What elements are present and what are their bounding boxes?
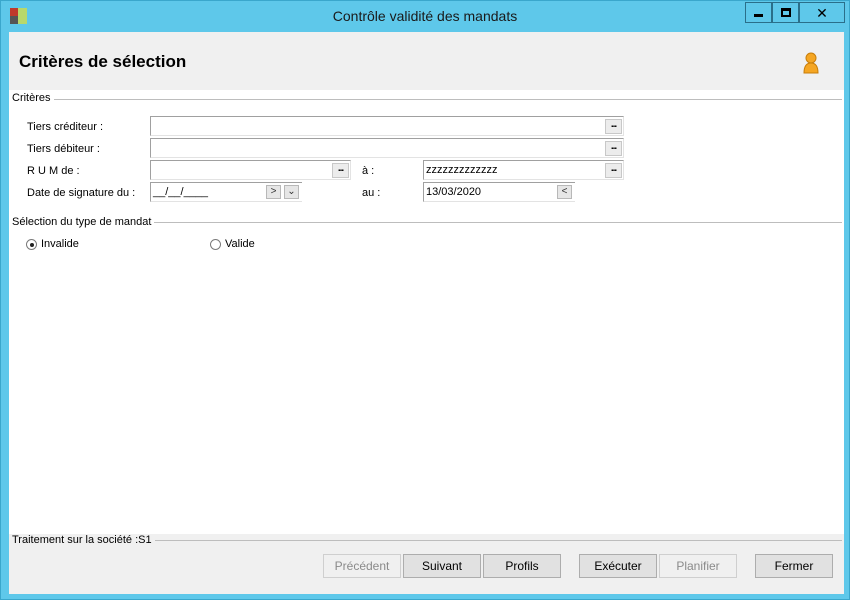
rum-to-label: à : [362, 165, 375, 177]
application-window: Contrôle validité des mandats ✕ Critères… [0, 0, 850, 600]
rum-from-label: R U M de : [27, 165, 80, 177]
date-dropdown-icon[interactable]: ⌄ [284, 185, 299, 199]
date-to-label: au : [362, 187, 381, 199]
radio-valide[interactable]: Valide [210, 238, 255, 250]
date-from-label: Date de signature du : [27, 187, 136, 199]
maximize-icon [780, 8, 791, 17]
execute-button[interactable]: Exécuter [579, 554, 657, 578]
date-prev-arrow-icon[interactable]: < [557, 185, 572, 199]
window-title: Contrôle validité des mandats [332, 8, 518, 24]
profiles-button[interactable]: Profils [483, 554, 561, 578]
radio-invalide-circle[interactable] [26, 238, 37, 250]
criteria-group-title: Critères [12, 92, 54, 104]
date-to-field[interactable]: 13/03/2020 [423, 182, 575, 202]
title-bar[interactable]: Contrôle validité des mandats ✕ [1, 1, 849, 31]
company-processing-label: Traitement sur la société :S1 [12, 534, 155, 546]
radio-invalide[interactable]: Invalide [26, 238, 79, 250]
schedule-button[interactable]: Planifier [659, 554, 737, 578]
criteria-panel: Critères Tiers créditeur : ... Tiers déb… [9, 90, 844, 534]
rum-from-field[interactable] [150, 160, 351, 180]
page-header: Critères de sélection [9, 32, 844, 90]
date-next-arrow-icon[interactable]: > [266, 185, 281, 199]
rum-from-browse-button[interactable]: ... [332, 163, 349, 178]
radio-valide-label: Valide [225, 238, 255, 250]
user-icon[interactable] [802, 52, 820, 74]
close-window-button[interactable]: ✕ [799, 2, 845, 23]
tiers-debiteur-field[interactable] [150, 138, 624, 158]
tiers-crediteur-label: Tiers créditeur : [27, 121, 104, 133]
minimize-button[interactable] [745, 2, 772, 23]
next-button[interactable]: Suivant [403, 554, 481, 578]
close-button[interactable]: Fermer [755, 554, 833, 578]
rum-to-browse-button[interactable]: ... [605, 163, 622, 178]
rum-to-field[interactable]: zzzzzzzzzzzzz [423, 160, 624, 180]
page-title: Critères de sélection [19, 52, 187, 71]
minimize-icon [754, 14, 763, 17]
tiers-crediteur-field[interactable] [150, 116, 624, 136]
radio-valide-circle[interactable] [210, 238, 221, 250]
maximize-button[interactable] [772, 2, 799, 23]
radio-invalide-label: Invalide [41, 238, 79, 250]
mandate-type-group-title: Sélection du type de mandat [12, 216, 155, 228]
previous-button[interactable]: Précédent [323, 554, 401, 578]
client-area: Critères de sélection Critères Tiers cré… [9, 32, 844, 594]
tiers-debiteur-browse-button[interactable]: ... [605, 141, 622, 156]
footer-panel: Traitement sur la société :S1 Précédent … [9, 534, 844, 594]
close-icon: ✕ [816, 4, 828, 21]
criteria-group-border [12, 99, 842, 100]
tiers-debiteur-label: Tiers débiteur : [27, 143, 100, 155]
tiers-crediteur-browse-button[interactable]: ... [605, 119, 622, 134]
